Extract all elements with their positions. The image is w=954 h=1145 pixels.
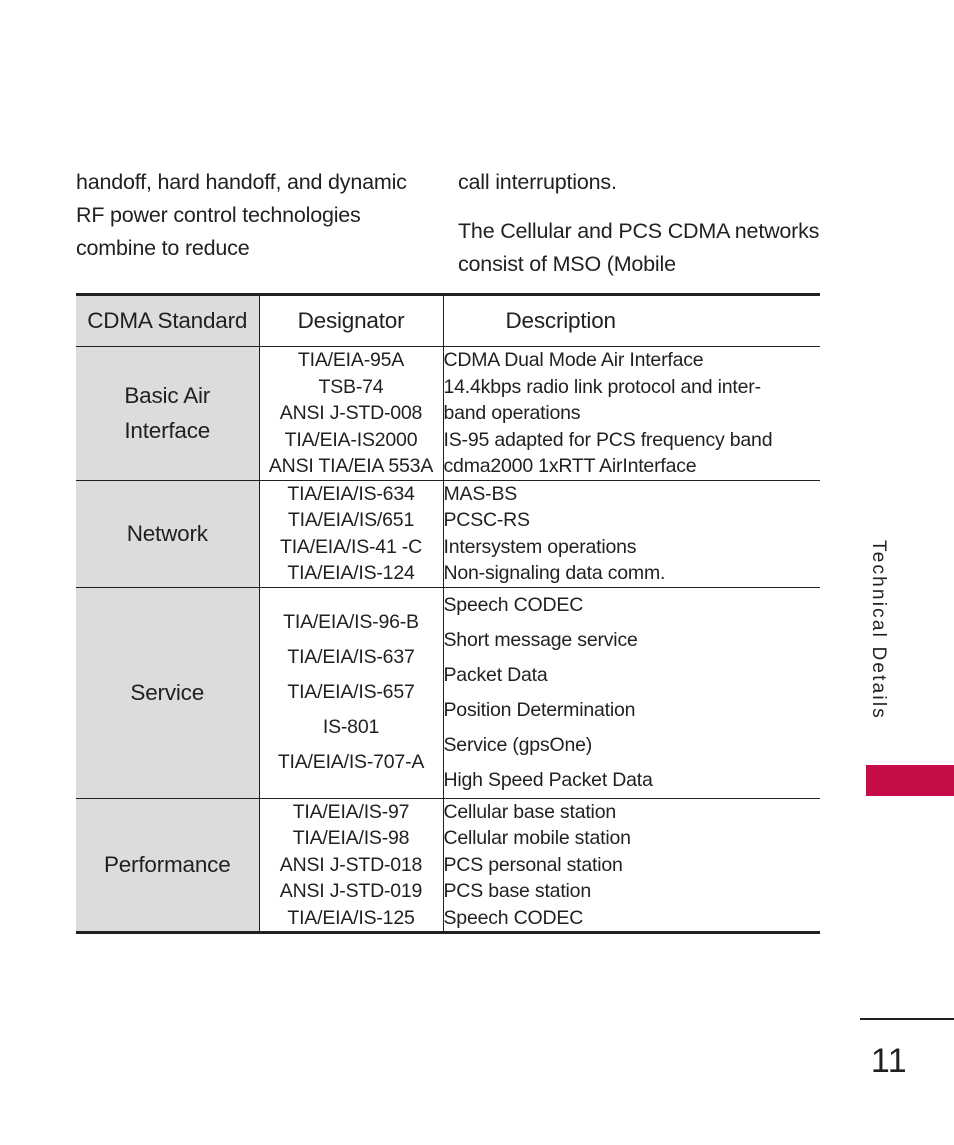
- cell-descriptions: Cellular base station Cellular mobile st…: [443, 798, 820, 934]
- cell-designators: TIA/EIA-95A TSB-74 ANSI J-STD-008 TIA/EI…: [259, 346, 444, 481]
- body-text-columns: handoff, hard handoff, and dynamic RF po…: [76, 166, 820, 297]
- cell-category: Basic Air Interface: [76, 346, 260, 481]
- section-side-label: Technical Details: [868, 540, 889, 720]
- cdma-standards-table: CDMA Standard Designator Description Bas…: [76, 293, 820, 934]
- cell-category: Network: [76, 480, 260, 588]
- cell-category: Performance: [76, 798, 260, 934]
- cell-descriptions: CDMA Dual Mode Air Interface 14.4kbps ra…: [443, 346, 820, 481]
- column-header-designator: Designator: [259, 293, 444, 347]
- paragraph: handoff, hard handoff, and dynamic RF po…: [76, 170, 407, 260]
- table-body: Basic Air Interface TIA/EIA-95A TSB-74 A…: [76, 346, 820, 934]
- table-row: Service TIA/EIA/IS-96-B TIA/EIA/IS-637 T…: [76, 587, 820, 799]
- cell-category: Service: [76, 587, 260, 799]
- table-row: Basic Air Interface TIA/EIA-95A TSB-74 A…: [76, 346, 820, 481]
- cell-designators: TIA/EIA/IS-97 TIA/EIA/IS-98 ANSI J-STD-0…: [259, 798, 444, 934]
- column-header-description: Description: [443, 293, 820, 347]
- cell-descriptions: Speech CODEC Short message service Packe…: [443, 587, 820, 799]
- table-header-row: CDMA Standard Designator Description: [76, 293, 820, 347]
- page-number: 11: [870, 1042, 908, 1080]
- cell-descriptions: MAS-BS PCSC-RS Intersystem operations No…: [443, 480, 820, 588]
- cell-designators: TIA/EIA/IS-96-B TIA/EIA/IS-637 TIA/EIA/I…: [259, 587, 444, 799]
- section-tab-marker: [866, 765, 954, 796]
- body-text-column-left: handoff, hard handoff, and dynamic RF po…: [76, 166, 438, 297]
- paragraph: The Cellular and PCS CDMA networks consi…: [458, 219, 820, 276]
- table-row: Network TIA/EIA/IS-634 TIA/EIA/IS/651 TI…: [76, 480, 820, 588]
- column-header-cdma-standard: CDMA Standard: [76, 293, 260, 347]
- cell-designators: TIA/EIA/IS-634 TIA/EIA/IS/651 TIA/EIA/IS…: [259, 480, 444, 588]
- footer-rule: [860, 1018, 954, 1020]
- table-row: Performance TIA/EIA/IS-97 TIA/EIA/IS-98 …: [76, 798, 820, 934]
- body-text-column-right: call interruptions. The Cellular and PCS…: [458, 166, 820, 297]
- paragraph: call interruptions.: [458, 170, 617, 194]
